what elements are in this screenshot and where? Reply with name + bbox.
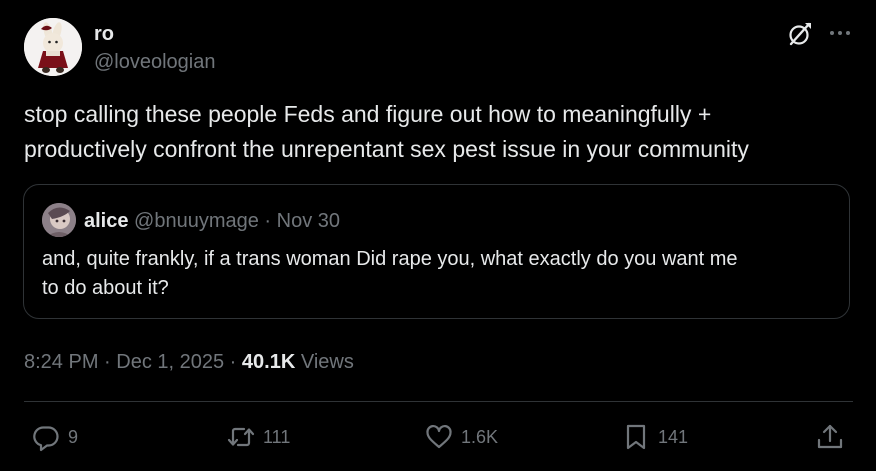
repost-count: 111 — [263, 426, 291, 447]
bunny-avatar-image — [24, 18, 82, 76]
meta-separator-2: · — [224, 351, 242, 373]
quoted-tweet-header: alice @bnuuymage · Nov 30 — [84, 208, 340, 234]
actions-divider — [24, 401, 853, 402]
quoted-tweet-date[interactable]: Nov 30 — [277, 210, 340, 232]
grok-icon[interactable] — [786, 20, 814, 48]
tweet-date[interactable]: Dec 1, 2025 — [116, 351, 224, 373]
meta-separator-1: · — [98, 351, 117, 373]
views-label: Views — [295, 351, 354, 373]
repost-button[interactable]: 111 — [226, 420, 290, 454]
bookmark-count: 141 — [658, 426, 689, 447]
share-icon — [817, 424, 843, 449]
heart-icon — [426, 424, 452, 449]
views-count[interactable]: 40.1K — [242, 351, 295, 373]
author-display-name[interactable]: ro — [94, 22, 114, 46]
author-avatar[interactable] — [24, 18, 82, 76]
author-handle[interactable]: @loveologian — [94, 50, 216, 74]
tweet-text: stop calling these people Feds and figur… — [24, 101, 749, 162]
reply-count: 9 — [68, 426, 79, 447]
bookmark-button[interactable]: 141 — [621, 420, 688, 454]
more-options-icon[interactable] — [826, 20, 854, 48]
quoted-author-name[interactable]: alice — [84, 210, 128, 232]
quoted-separator: · — [258, 210, 277, 232]
like-count: 1.6K — [461, 426, 499, 447]
quoted-tweet-text: and, quite frankly, if a trans woman Did… — [42, 248, 738, 299]
reply-button[interactable]: 9 — [31, 420, 78, 454]
quoted-tweet-card[interactable]: alice @bnuuymage · Nov 30 and, quite fra… — [23, 184, 850, 319]
quoted-author-avatar[interactable] — [42, 203, 76, 237]
quoted-avatar-image — [42, 203, 76, 237]
bookmark-icon — [626, 424, 646, 450]
quoted-handle-text: @bnuuymage — [134, 210, 259, 232]
tweet-time[interactable]: 8:24 PM — [24, 351, 98, 373]
reply-icon — [33, 426, 59, 452]
repost-icon — [227, 427, 255, 447]
share-button[interactable] — [815, 420, 845, 454]
quoted-author-handle: @bnuuymage — [134, 210, 259, 232]
tweet-meta: 8:24 PM · Dec 1, 2025 · 40.1K Views — [24, 348, 354, 376]
like-button[interactable]: 1.6K — [424, 420, 498, 454]
